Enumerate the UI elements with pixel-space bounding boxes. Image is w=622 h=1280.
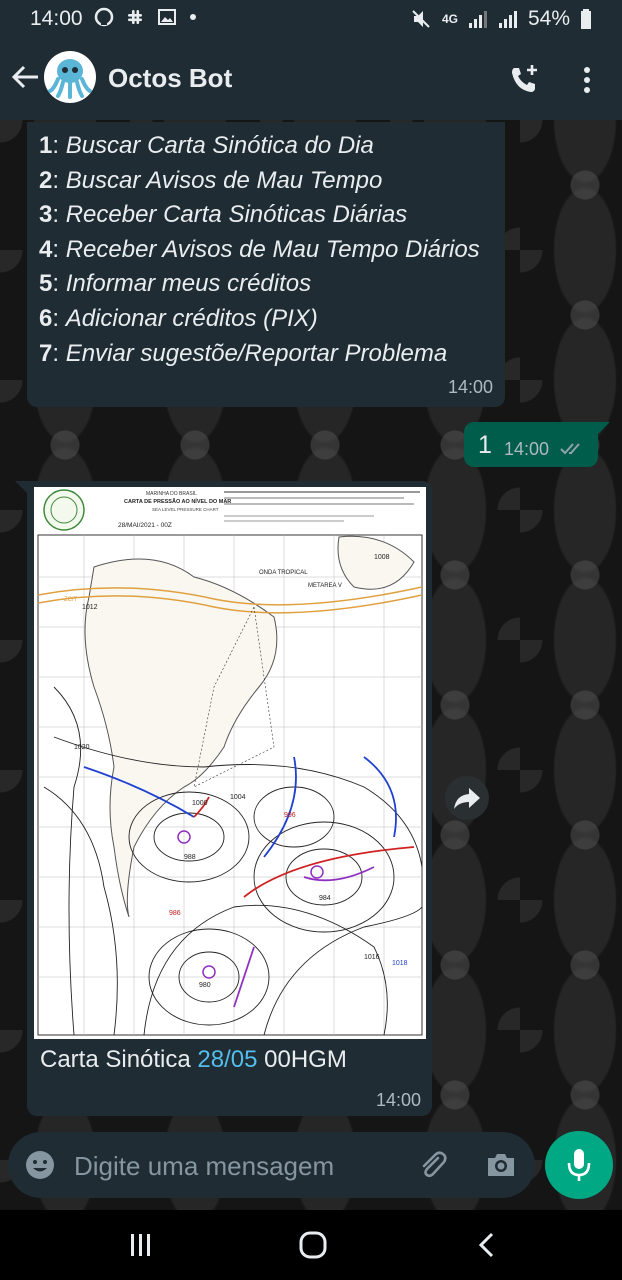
- back-arrow-icon[interactable]: [8, 60, 42, 94]
- attach-icon[interactable]: [416, 1148, 450, 1182]
- message-time: 14:00: [447, 377, 493, 397]
- chart-label-1016: 1016: [364, 954, 380, 961]
- microphone-icon: [567, 1149, 591, 1181]
- chart-label-984: 984: [319, 895, 331, 902]
- chart-label-1012: 1012: [82, 604, 98, 611]
- network-type: 4G: [441, 11, 458, 26]
- signal-icon: [468, 11, 487, 28]
- caption-text: Carta Sinótica: [40, 1046, 198, 1073]
- signal-icon-2: [498, 11, 517, 28]
- chart-label-1020: 1020: [74, 744, 90, 751]
- chart-title: CARTA DE PRESSÃO AO NÍVEL DO MAR: [124, 497, 231, 505]
- recent-apps-icon[interactable]: [126, 1230, 156, 1260]
- menu-option-2: 2: Buscar Avisos de Mau Tempo: [39, 166, 383, 194]
- octopus-icon: [48, 59, 92, 99]
- chart-drawing: MARINHA DO BRASIL CARTA DE PRESSÃO AO NÍ…: [34, 487, 426, 1036]
- github-icon: [94, 7, 114, 27]
- emoji-icon[interactable]: [24, 1149, 56, 1181]
- chart-date: 28/MAI/2021 - 00Z: [118, 522, 172, 529]
- message-composer[interactable]: Digite uma mensagem: [8, 1132, 535, 1198]
- menu-option-6: 6: Adicionar créditos (PIX): [39, 304, 318, 332]
- image-caption: Carta Sinótica 28/05 00HGM: [40, 1046, 347, 1074]
- bubble-tail: [598, 422, 610, 434]
- chart-label-1008: 1008: [374, 554, 390, 561]
- forward-button[interactable]: [445, 776, 489, 820]
- status-time: 14:00: [30, 7, 83, 30]
- battery-percent: 54%: [527, 7, 570, 30]
- chart-label-tropical-wave: ONDA TROPICAL: [259, 570, 308, 576]
- mute-icon: [412, 10, 430, 28]
- image-message-time: 14:00: [376, 1090, 422, 1110]
- navy-seal: [43, 489, 85, 531]
- notification-icons: [94, 7, 198, 30]
- bubble-tail-in: [15, 481, 27, 493]
- chart-label-metarea: METAREA V: [308, 583, 342, 589]
- menu-option-7: 7: Enviar sugestõe/Reportar Problema: [39, 339, 448, 367]
- menu-message-bubble[interactable]: 1: Buscar Carta Sinótica do Dia 2: Busca…: [27, 122, 505, 407]
- add-call-icon[interactable]: [506, 62, 542, 98]
- menu-option-5: 5: Informar meus créditos: [39, 270, 312, 298]
- system-nav-bar: [0, 1210, 622, 1280]
- sent-message-time: 14:00: [504, 439, 550, 459]
- more-options-icon[interactable]: [572, 62, 602, 98]
- chart-label-zcit: ZCIT: [64, 597, 78, 603]
- slack-icon: [128, 10, 143, 24]
- back-nav-icon[interactable]: [472, 1230, 502, 1260]
- synoptic-chart-image[interactable]: MARINHA DO BRASIL CARTA DE PRESSÃO AO NÍ…: [34, 487, 426, 1039]
- chart-subtitle: SEA LEVEL PRESSURE CHART: [152, 507, 219, 512]
- sent-message-text: 1: [478, 431, 492, 459]
- sent-message-bubble[interactable]: 1 14:00: [464, 422, 598, 467]
- caption-date-link[interactable]: 28/05: [197, 1046, 257, 1073]
- contact-name[interactable]: Octos Bot: [108, 63, 232, 94]
- caption-suffix: 00HGM: [257, 1046, 347, 1073]
- chart-label-980: 980: [199, 982, 211, 989]
- chart-label-996: 996: [284, 812, 296, 819]
- chart-label-986: 986: [169, 910, 181, 917]
- status-right: 4G 54%: [410, 7, 592, 31]
- chart-label-1000: 1000: [192, 800, 208, 807]
- dot-icon: [189, 14, 196, 20]
- battery-icon: [581, 9, 591, 29]
- menu-list: 1: Buscar Carta Sinótica do Dia 2: Busca…: [39, 129, 480, 371]
- home-icon[interactable]: [298, 1230, 328, 1260]
- menu-option-3: 3: Receber Carta Sinóticas Diárias: [39, 201, 408, 229]
- read-receipt-icon: [560, 443, 580, 455]
- chat-header: Octos Bot: [0, 38, 622, 120]
- menu-option-1: 1: Buscar Carta Sinótica do Dia: [39, 132, 374, 159]
- chart-label-988: 988: [184, 854, 196, 861]
- gallery-icon: [157, 9, 176, 25]
- message-input[interactable]: Digite uma mensagem: [74, 1151, 334, 1182]
- forward-icon: [454, 788, 480, 809]
- avatar[interactable]: [44, 51, 96, 103]
- camera-icon[interactable]: [484, 1148, 518, 1182]
- chart-org: MARINHA DO BRASIL: [146, 491, 197, 497]
- chart-label-1004: 1004: [230, 794, 246, 801]
- voice-message-button[interactable]: [545, 1131, 613, 1199]
- menu-option-4: 4: Receber Avisos de Mau Tempo Diários: [39, 235, 480, 263]
- status-bar: 14:00 4G 54%: [0, 0, 622, 38]
- chart-label-1018: 1018: [392, 960, 408, 967]
